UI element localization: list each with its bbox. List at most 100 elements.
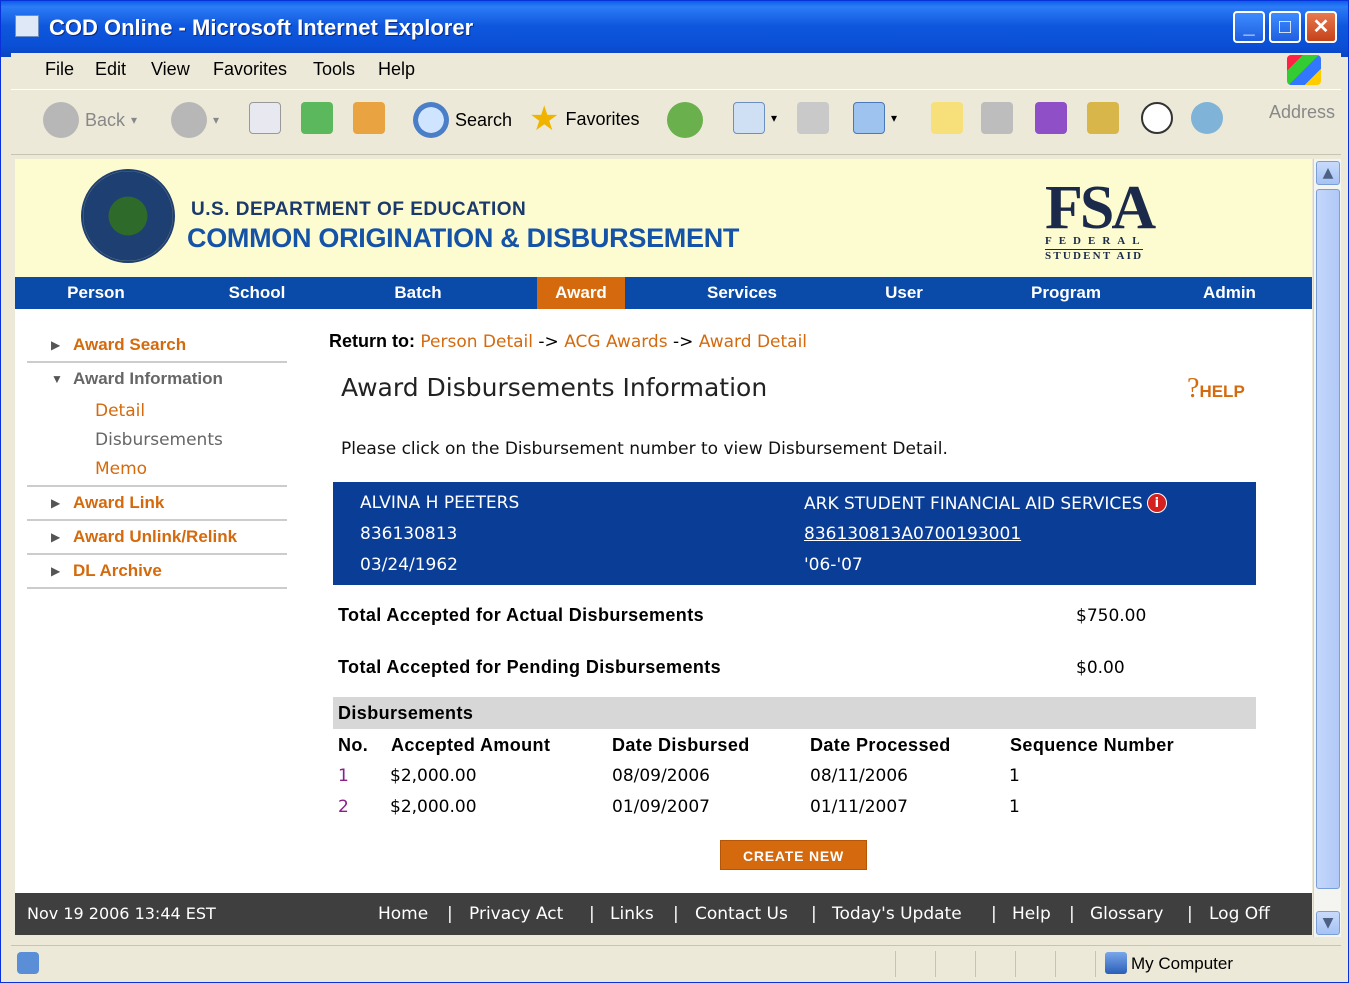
accepted-amount: $2,000.00 [390, 797, 477, 817]
nav-school[interactable]: School [177, 277, 337, 309]
sidebar-item-award-search[interactable]: ▶ Award Search [27, 329, 287, 363]
sequence-number: 1 [1009, 766, 1020, 786]
close-button[interactable]: ✕ [1305, 11, 1337, 43]
nav-person[interactable]: Person [15, 277, 177, 309]
refresh-button[interactable] [301, 102, 333, 134]
footer-link-home[interactable]: Home [378, 904, 428, 924]
scroll-up-arrow-icon[interactable]: ▲ [1316, 161, 1340, 185]
nav-award[interactable]: Award [537, 277, 625, 309]
menu-favorites[interactable]: Favorites [213, 59, 287, 80]
forward-button[interactable]: ▾ [171, 102, 219, 138]
research-button[interactable] [1087, 102, 1119, 134]
contacts-button[interactable] [1191, 102, 1223, 134]
maximize-button[interactable]: □ [1269, 11, 1301, 43]
breadcrumb-prefix: Return to: [329, 331, 415, 351]
search-icon [413, 102, 449, 138]
col-header-amount: Accepted Amount [391, 735, 551, 755]
stop-button[interactable] [249, 102, 281, 134]
menu-file[interactable]: File [45, 59, 74, 80]
vertical-scrollbar[interactable]: ▲ ▼ [1313, 159, 1341, 937]
user-button[interactable] [1141, 102, 1173, 134]
back-arrow-icon [43, 102, 79, 138]
search-button[interactable]: Search [413, 102, 512, 138]
menu-edit[interactable]: Edit [95, 59, 126, 80]
minimize-button[interactable]: _ [1233, 11, 1265, 43]
menu-view[interactable]: View [151, 59, 190, 80]
home-icon [353, 102, 385, 134]
status-pane [935, 951, 936, 977]
sidebar-item-label: Award Link [73, 493, 165, 512]
breadcrumb-acg-awards[interactable]: ACG Awards [564, 332, 667, 352]
sidebar-item-dl-archive[interactable]: ▶ DL Archive [27, 555, 287, 589]
messenger-icon [1035, 102, 1067, 134]
help-link[interactable]: ?HELP [1187, 373, 1245, 405]
back-button[interactable]: Back ▾ [43, 102, 137, 138]
expanded-arrow-icon: ▼ [51, 372, 63, 386]
footer-link-contact-us[interactable]: Contact Us [695, 904, 788, 924]
total-pending-label: Total Accepted for Pending Disbursements [338, 657, 722, 677]
date-processed: 01/11/2007 [810, 797, 908, 817]
sidebar-subitem-memo[interactable]: Memo [27, 455, 287, 487]
messenger-button[interactable] [1035, 102, 1067, 134]
breadcrumb: Return to: Person Detail -> ACG Awards -… [329, 331, 807, 352]
nav-services[interactable]: Services [661, 277, 823, 309]
status-bar: My Computer [11, 945, 1341, 981]
date-disbursed: 08/09/2006 [612, 766, 710, 786]
disbursement-number-link[interactable]: 2 [338, 797, 349, 817]
footer-link-help[interactable]: Help [1012, 904, 1051, 924]
fsa-logo-line1: FEDERAL [1045, 235, 1147, 247]
history-button[interactable] [667, 102, 703, 138]
page-footer: Nov 19 2006 13:44 EST Home | Privacy Act… [15, 893, 1312, 935]
print-button[interactable] [797, 102, 829, 134]
footer-link-privacy-act[interactable]: Privacy Act [469, 904, 563, 924]
scroll-down-arrow-icon[interactable]: ▼ [1316, 911, 1340, 935]
footer-link-glossary[interactable]: Glossary [1090, 904, 1163, 924]
mail-button[interactable]: ▾ [733, 102, 777, 134]
edit-button[interactable]: ▾ [853, 102, 897, 134]
info-icon[interactable]: i [1146, 493, 1167, 513]
sidebar-item-award-unlink[interactable]: ▶ Award Unlink/Relink [27, 521, 287, 555]
home-button[interactable] [353, 102, 385, 134]
footer-link-todays-update[interactable]: Today's Update [832, 904, 962, 924]
sidebar-subitem-disbursements[interactable]: Disbursements [27, 426, 287, 455]
create-new-button[interactable]: CREATE NEW [720, 840, 867, 870]
nav-program[interactable]: Program [985, 277, 1147, 309]
nav-admin[interactable]: Admin [1147, 277, 1312, 309]
breadcrumb-separator: -> [538, 332, 559, 352]
footer-separator: | [673, 904, 679, 924]
main-nav: Person School Batch Award Services User … [15, 277, 1312, 309]
footer-separator: | [991, 904, 997, 924]
menu-help[interactable]: Help [378, 59, 415, 80]
student-ssn: 836130813 [360, 524, 458, 544]
favorites-button[interactable]: ★ Favorites [529, 102, 640, 136]
footer-separator: | [1187, 904, 1193, 924]
footer-link-links[interactable]: Links [610, 904, 654, 924]
refresh-icon [301, 102, 333, 134]
footer-link-log-off[interactable]: Log Off [1209, 904, 1270, 924]
status-pane [895, 951, 896, 977]
scroll-thumb[interactable] [1316, 189, 1340, 889]
nav-user[interactable]: User [823, 277, 985, 309]
star-icon: ★ [529, 100, 560, 138]
nav-batch[interactable]: Batch [337, 277, 499, 309]
breadcrumb-award-detail[interactable]: Award Detail [699, 332, 807, 352]
disbursement-number-link[interactable]: 1 [338, 766, 349, 786]
menu-bar: File Edit View Favorites Tools Help [11, 53, 1341, 87]
disbursements-section-header: Disbursements [333, 697, 1256, 729]
award-id-link[interactable]: 836130813A0700193001 [804, 524, 1021, 544]
department-seal-logo [81, 169, 175, 263]
media-button[interactable] [981, 102, 1013, 134]
breadcrumb-person-detail[interactable]: Person Detail [420, 332, 533, 352]
student-summary-box: ALVINA H PEETERS 836130813 03/24/1962 AR… [333, 482, 1256, 585]
student-dob: 03/24/1962 [360, 555, 458, 575]
collapsed-arrow-icon: ▶ [51, 530, 61, 544]
sidebar-item-award-link[interactable]: ▶ Award Link [27, 487, 287, 521]
title-bar: COD Online - Microsoft Internet Explorer… [1, 1, 1348, 57]
date-disbursed: 01/09/2007 [612, 797, 710, 817]
sidebar-item-award-information[interactable]: ▼ Award Information [27, 363, 287, 397]
discuss-button[interactable] [931, 102, 963, 134]
menu-tools[interactable]: Tools [313, 59, 355, 80]
award-year: '06-'07 [804, 555, 863, 575]
cod-banner: U.S. DEPARTMENT OF EDUCATION COMMON ORIG… [15, 159, 1312, 277]
sidebar-subitem-detail[interactable]: Detail [27, 397, 287, 426]
